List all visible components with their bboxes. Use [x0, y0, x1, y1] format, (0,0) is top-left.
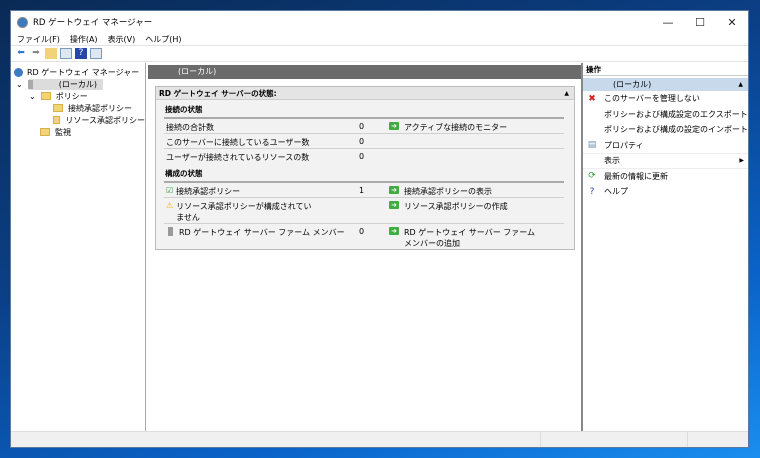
- refresh-icon: ⟳: [588, 171, 596, 182]
- title-bar: RD ゲートウェイ マネージャー — ☐ ✕: [11, 11, 748, 33]
- folder-icon: [40, 128, 50, 136]
- table-row: RD ゲートウェイ サーバー ファーム メンバー 0 ➜ RD ゲートウェイ サーバー…: [164, 224, 564, 249]
- app-window: RD ゲートウェイ マネージャー — ☐ ✕ ファイル(F) 操作(A) 表示(…: [10, 10, 749, 448]
- table-row: ⚠ リソース承認ポリシーが構成されていません ➜ リソース承認ポリシーの作成: [164, 198, 564, 224]
- menu-file[interactable]: ファイル(F): [17, 34, 60, 45]
- gateway-icon: [14, 67, 23, 77]
- action-item[interactable]: ✖ このサーバーを管理しない: [583, 91, 748, 107]
- folder-icon: [40, 92, 51, 100]
- action-link[interactable]: ➜ 接続承認ポリシーの表示: [389, 186, 564, 197]
- table-row: ☑ 接続承認ポリシー 1 ➜ 接続承認ポリシーの表示: [164, 183, 564, 198]
- section-config: 構成の状態: [165, 169, 203, 178]
- help-icon: ?: [589, 186, 595, 197]
- table-row: このサーバーに接続しているユーザー数 0: [164, 134, 564, 149]
- panel-header[interactable]: RD ゲートウェイ サーバーの状態: ▲: [156, 87, 574, 100]
- submenu-arrow-icon: ▶: [739, 157, 744, 165]
- menu-action[interactable]: 操作(A): [70, 34, 98, 45]
- tree-pane: RD ゲートウェイ マネージャー ⌄ (ローカル) ⌄ ポリシー 接続承認ポリシー …: [11, 63, 146, 431]
- server-icon: [168, 227, 173, 236]
- action-link[interactable]: ➜ リソース承認ポリシーの作成: [389, 201, 564, 212]
- close-button[interactable]: ✕: [716, 16, 748, 29]
- back-icon[interactable]: ⬅: [15, 48, 27, 59]
- table-row: 接続の合計数 0 ➜ アクティブな接続のモニター: [164, 119, 564, 134]
- actions-pane: 操作 (ローカル) ▲ ✖ このサーバーを管理しない ポリシーおよび構成設定のエクスポ…: [583, 63, 748, 431]
- actions-header: 操作: [583, 63, 748, 76]
- action-item[interactable]: ポリシーおよび構成の設定のインポート: [583, 122, 748, 138]
- action-item[interactable]: ▤ プロパティ: [583, 138, 748, 154]
- action-item[interactable]: 表示 ▶: [583, 153, 748, 169]
- result-pane: (ローカル) RD ゲートウェイ サーバーの状態: ▲ 接続の状態 接続の合計数 0…: [148, 63, 583, 431]
- chevron-down-icon[interactable]: ⌄: [29, 92, 36, 101]
- section-connection: 接続の状態: [165, 105, 203, 114]
- actions-subheader[interactable]: (ローカル) ▲: [583, 78, 748, 91]
- menu-view[interactable]: 表示(V): [108, 34, 136, 45]
- tree-rap[interactable]: リソース承認ポリシー: [11, 114, 145, 126]
- action-link[interactable]: ➜ アクティブな接続のモニター: [389, 122, 564, 133]
- action-item[interactable]: ? ヘルプ: [583, 184, 748, 200]
- warning-icon: ⚠: [166, 201, 174, 210]
- action-item[interactable]: ポリシーおよび構成設定のエクスポート: [583, 107, 748, 123]
- collapse-icon[interactable]: ▲: [738, 81, 743, 88]
- properties-icon: ▤: [587, 140, 597, 151]
- arrow-right-icon: ➜: [389, 122, 399, 130]
- action-link[interactable]: ➜ RD ゲートウェイ サーバー ファーム メンバーの追加: [389, 227, 564, 249]
- result-header: (ローカル): [148, 65, 581, 79]
- arrow-right-icon: ➜: [389, 186, 399, 194]
- menu-help[interactable]: ヘルプ(H): [145, 34, 181, 45]
- forward-icon[interactable]: ➡: [30, 48, 42, 59]
- minimize-button[interactable]: —: [652, 16, 684, 29]
- tree-monitor[interactable]: 監視: [11, 126, 145, 138]
- folder-icon: [53, 116, 61, 124]
- app-icon: [17, 16, 28, 28]
- arrow-right-icon: ➜: [389, 227, 399, 235]
- table-row: ユーザーが接続されているリソースの数 0: [166, 152, 365, 162]
- up-folder-icon[interactable]: [45, 48, 57, 59]
- status-bar: [11, 431, 748, 447]
- status-panel: RD ゲートウェイ サーバーの状態: ▲ 接続の状態 接続の合計数 0 ➜ アクティブな…: [155, 86, 575, 250]
- arrow-right-icon: ➜: [389, 201, 399, 209]
- tree-server[interactable]: ⌄ (ローカル): [11, 78, 145, 90]
- menu-bar: ファイル(F) 操作(A) 表示(V) ヘルプ(H): [11, 33, 748, 45]
- server-icon: [28, 79, 33, 89]
- help-icon[interactable]: ?: [75, 48, 87, 59]
- tree-cap[interactable]: 接続承認ポリシー: [11, 102, 145, 114]
- action-item[interactable]: ⟳ 最新の情報に更新: [583, 169, 748, 185]
- maximize-button[interactable]: ☐: [684, 16, 716, 29]
- chevron-down-icon[interactable]: ⌄: [16, 80, 23, 89]
- toolbar: ⬅ ➡ ?: [11, 45, 748, 62]
- remove-server-icon: ✖: [588, 93, 596, 104]
- policy-check-icon: ☑: [166, 186, 174, 195]
- show-action-pane-icon[interactable]: [90, 48, 102, 59]
- window-title: RD ゲートウェイ マネージャー: [33, 18, 153, 28]
- folder-icon: [53, 104, 63, 112]
- tree-policies[interactable]: ⌄ ポリシー: [11, 90, 145, 102]
- tree-root[interactable]: RD ゲートウェイ マネージャー: [11, 66, 145, 78]
- show-hide-tree-icon[interactable]: [60, 48, 72, 59]
- collapse-icon[interactable]: ▲: [564, 90, 569, 97]
